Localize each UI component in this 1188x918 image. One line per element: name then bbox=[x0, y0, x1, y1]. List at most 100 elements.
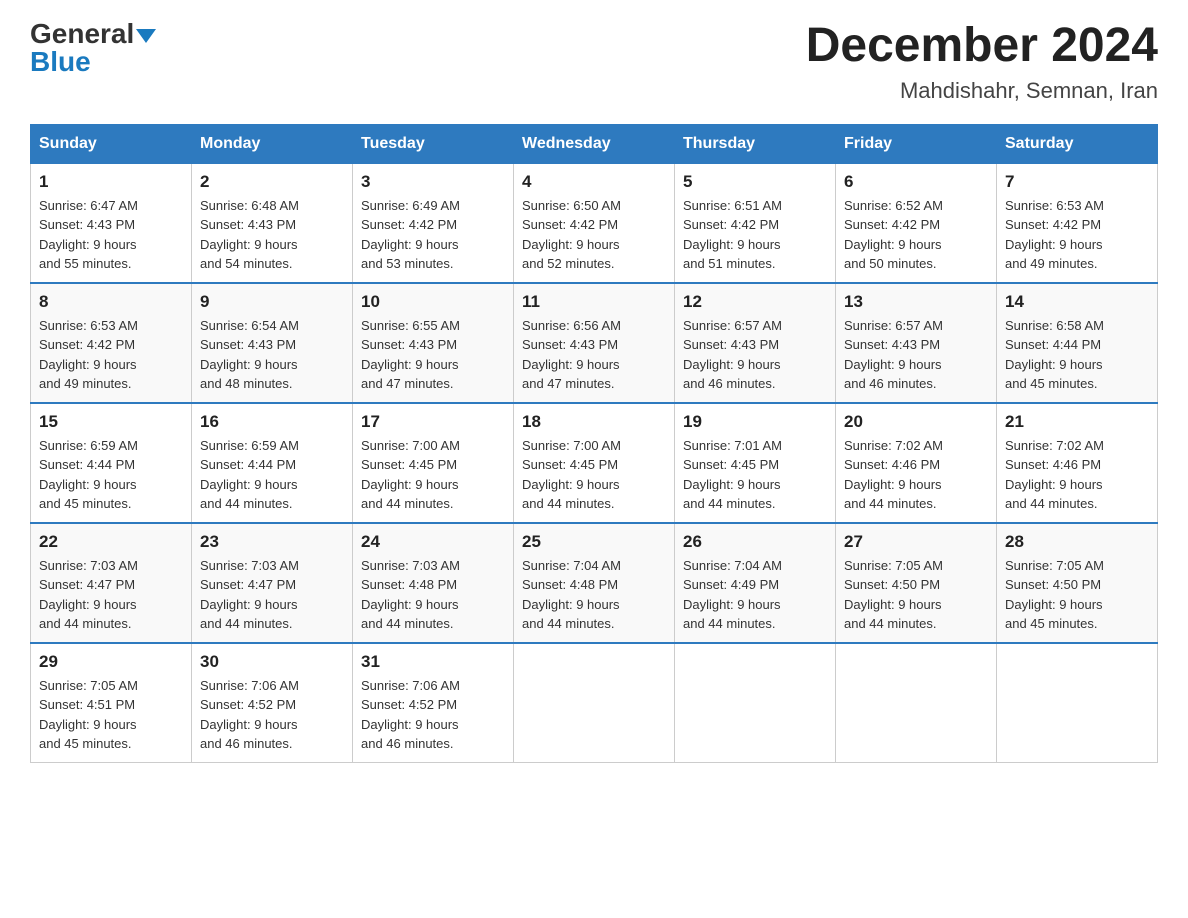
col-saturday: Saturday bbox=[997, 124, 1158, 163]
table-row bbox=[675, 643, 836, 763]
table-row: 22 Sunrise: 7:03 AM Sunset: 4:47 PM Dayl… bbox=[31, 523, 192, 643]
day-info: Sunrise: 7:01 AM Sunset: 4:45 PM Dayligh… bbox=[683, 436, 827, 514]
table-row: 12 Sunrise: 6:57 AM Sunset: 4:43 PM Dayl… bbox=[675, 283, 836, 403]
day-info: Sunrise: 6:48 AM Sunset: 4:43 PM Dayligh… bbox=[200, 196, 344, 274]
day-number: 10 bbox=[361, 292, 505, 312]
day-number: 27 bbox=[844, 532, 988, 552]
table-row: 31 Sunrise: 7:06 AM Sunset: 4:52 PM Dayl… bbox=[353, 643, 514, 763]
day-info: Sunrise: 7:05 AM Sunset: 4:50 PM Dayligh… bbox=[1005, 556, 1149, 634]
day-info: Sunrise: 7:04 AM Sunset: 4:49 PM Dayligh… bbox=[683, 556, 827, 634]
day-info: Sunrise: 6:57 AM Sunset: 4:43 PM Dayligh… bbox=[683, 316, 827, 394]
day-number: 15 bbox=[39, 412, 183, 432]
day-number: 4 bbox=[522, 172, 666, 192]
day-info: Sunrise: 7:05 AM Sunset: 4:50 PM Dayligh… bbox=[844, 556, 988, 634]
col-thursday: Thursday bbox=[675, 124, 836, 163]
day-info: Sunrise: 6:55 AM Sunset: 4:43 PM Dayligh… bbox=[361, 316, 505, 394]
day-info: Sunrise: 7:06 AM Sunset: 4:52 PM Dayligh… bbox=[361, 676, 505, 754]
day-number: 7 bbox=[1005, 172, 1149, 192]
day-info: Sunrise: 6:53 AM Sunset: 4:42 PM Dayligh… bbox=[1005, 196, 1149, 274]
col-sunday: Sunday bbox=[31, 124, 192, 163]
table-row bbox=[836, 643, 997, 763]
table-row: 30 Sunrise: 7:06 AM Sunset: 4:52 PM Dayl… bbox=[192, 643, 353, 763]
day-info: Sunrise: 7:04 AM Sunset: 4:48 PM Dayligh… bbox=[522, 556, 666, 634]
logo-triangle-icon bbox=[136, 29, 156, 43]
day-number: 11 bbox=[522, 292, 666, 312]
day-info: Sunrise: 6:47 AM Sunset: 4:43 PM Dayligh… bbox=[39, 196, 183, 274]
location-title: Mahdishahr, Semnan, Iran bbox=[806, 78, 1158, 104]
day-number: 18 bbox=[522, 412, 666, 432]
table-row: 25 Sunrise: 7:04 AM Sunset: 4:48 PM Dayl… bbox=[514, 523, 675, 643]
day-number: 8 bbox=[39, 292, 183, 312]
day-info: Sunrise: 7:02 AM Sunset: 4:46 PM Dayligh… bbox=[844, 436, 988, 514]
table-row: 7 Sunrise: 6:53 AM Sunset: 4:42 PM Dayli… bbox=[997, 163, 1158, 283]
day-number: 5 bbox=[683, 172, 827, 192]
day-info: Sunrise: 7:00 AM Sunset: 4:45 PM Dayligh… bbox=[361, 436, 505, 514]
table-row: 10 Sunrise: 6:55 AM Sunset: 4:43 PM Dayl… bbox=[353, 283, 514, 403]
day-number: 21 bbox=[1005, 412, 1149, 432]
day-info: Sunrise: 7:05 AM Sunset: 4:51 PM Dayligh… bbox=[39, 676, 183, 754]
day-info: Sunrise: 6:53 AM Sunset: 4:42 PM Dayligh… bbox=[39, 316, 183, 394]
day-number: 1 bbox=[39, 172, 183, 192]
logo-blue-text: Blue bbox=[30, 46, 91, 77]
table-row: 24 Sunrise: 7:03 AM Sunset: 4:48 PM Dayl… bbox=[353, 523, 514, 643]
table-row: 28 Sunrise: 7:05 AM Sunset: 4:50 PM Dayl… bbox=[997, 523, 1158, 643]
col-monday: Monday bbox=[192, 124, 353, 163]
table-row: 15 Sunrise: 6:59 AM Sunset: 4:44 PM Dayl… bbox=[31, 403, 192, 523]
day-number: 28 bbox=[1005, 532, 1149, 552]
table-row: 3 Sunrise: 6:49 AM Sunset: 4:42 PM Dayli… bbox=[353, 163, 514, 283]
title-block: December 2024 Mahdishahr, Semnan, Iran bbox=[806, 20, 1158, 104]
day-info: Sunrise: 7:03 AM Sunset: 4:47 PM Dayligh… bbox=[200, 556, 344, 634]
day-info: Sunrise: 7:06 AM Sunset: 4:52 PM Dayligh… bbox=[200, 676, 344, 754]
table-row: 16 Sunrise: 6:59 AM Sunset: 4:44 PM Dayl… bbox=[192, 403, 353, 523]
table-row: 26 Sunrise: 7:04 AM Sunset: 4:49 PM Dayl… bbox=[675, 523, 836, 643]
day-number: 12 bbox=[683, 292, 827, 312]
day-number: 23 bbox=[200, 532, 344, 552]
day-number: 14 bbox=[1005, 292, 1149, 312]
day-number: 6 bbox=[844, 172, 988, 192]
table-row: 2 Sunrise: 6:48 AM Sunset: 4:43 PM Dayli… bbox=[192, 163, 353, 283]
col-friday: Friday bbox=[836, 124, 997, 163]
day-number: 16 bbox=[200, 412, 344, 432]
logo: General Blue bbox=[30, 20, 156, 76]
day-info: Sunrise: 6:51 AM Sunset: 4:42 PM Dayligh… bbox=[683, 196, 827, 274]
day-number: 26 bbox=[683, 532, 827, 552]
calendar-table: Sunday Monday Tuesday Wednesday Thursday… bbox=[30, 124, 1158, 763]
day-info: Sunrise: 7:00 AM Sunset: 4:45 PM Dayligh… bbox=[522, 436, 666, 514]
day-info: Sunrise: 6:58 AM Sunset: 4:44 PM Dayligh… bbox=[1005, 316, 1149, 394]
table-row: 1 Sunrise: 6:47 AM Sunset: 4:43 PM Dayli… bbox=[31, 163, 192, 283]
day-info: Sunrise: 6:59 AM Sunset: 4:44 PM Dayligh… bbox=[39, 436, 183, 514]
day-number: 31 bbox=[361, 652, 505, 672]
table-row: 19 Sunrise: 7:01 AM Sunset: 4:45 PM Dayl… bbox=[675, 403, 836, 523]
day-info: Sunrise: 7:03 AM Sunset: 4:48 PM Dayligh… bbox=[361, 556, 505, 634]
table-row: 14 Sunrise: 6:58 AM Sunset: 4:44 PM Dayl… bbox=[997, 283, 1158, 403]
day-number: 30 bbox=[200, 652, 344, 672]
day-number: 2 bbox=[200, 172, 344, 192]
table-row: 18 Sunrise: 7:00 AM Sunset: 4:45 PM Dayl… bbox=[514, 403, 675, 523]
day-number: 9 bbox=[200, 292, 344, 312]
calendar-header-row: Sunday Monday Tuesday Wednesday Thursday… bbox=[31, 124, 1158, 163]
table-row: 20 Sunrise: 7:02 AM Sunset: 4:46 PM Dayl… bbox=[836, 403, 997, 523]
table-row: 6 Sunrise: 6:52 AM Sunset: 4:42 PM Dayli… bbox=[836, 163, 997, 283]
table-row: 4 Sunrise: 6:50 AM Sunset: 4:42 PM Dayli… bbox=[514, 163, 675, 283]
table-row: 5 Sunrise: 6:51 AM Sunset: 4:42 PM Dayli… bbox=[675, 163, 836, 283]
day-number: 13 bbox=[844, 292, 988, 312]
table-row: 29 Sunrise: 7:05 AM Sunset: 4:51 PM Dayl… bbox=[31, 643, 192, 763]
day-number: 24 bbox=[361, 532, 505, 552]
day-info: Sunrise: 6:54 AM Sunset: 4:43 PM Dayligh… bbox=[200, 316, 344, 394]
day-info: Sunrise: 6:56 AM Sunset: 4:43 PM Dayligh… bbox=[522, 316, 666, 394]
day-number: 3 bbox=[361, 172, 505, 192]
day-number: 19 bbox=[683, 412, 827, 432]
month-title: December 2024 bbox=[806, 20, 1158, 73]
day-info: Sunrise: 6:52 AM Sunset: 4:42 PM Dayligh… bbox=[844, 196, 988, 274]
logo-general-text: General bbox=[30, 18, 134, 49]
table-row: 8 Sunrise: 6:53 AM Sunset: 4:42 PM Dayli… bbox=[31, 283, 192, 403]
table-row: 27 Sunrise: 7:05 AM Sunset: 4:50 PM Dayl… bbox=[836, 523, 997, 643]
day-number: 20 bbox=[844, 412, 988, 432]
table-row: 23 Sunrise: 7:03 AM Sunset: 4:47 PM Dayl… bbox=[192, 523, 353, 643]
day-number: 29 bbox=[39, 652, 183, 672]
table-row: 11 Sunrise: 6:56 AM Sunset: 4:43 PM Dayl… bbox=[514, 283, 675, 403]
day-info: Sunrise: 7:02 AM Sunset: 4:46 PM Dayligh… bbox=[1005, 436, 1149, 514]
col-wednesday: Wednesday bbox=[514, 124, 675, 163]
table-row: 17 Sunrise: 7:00 AM Sunset: 4:45 PM Dayl… bbox=[353, 403, 514, 523]
day-number: 17 bbox=[361, 412, 505, 432]
